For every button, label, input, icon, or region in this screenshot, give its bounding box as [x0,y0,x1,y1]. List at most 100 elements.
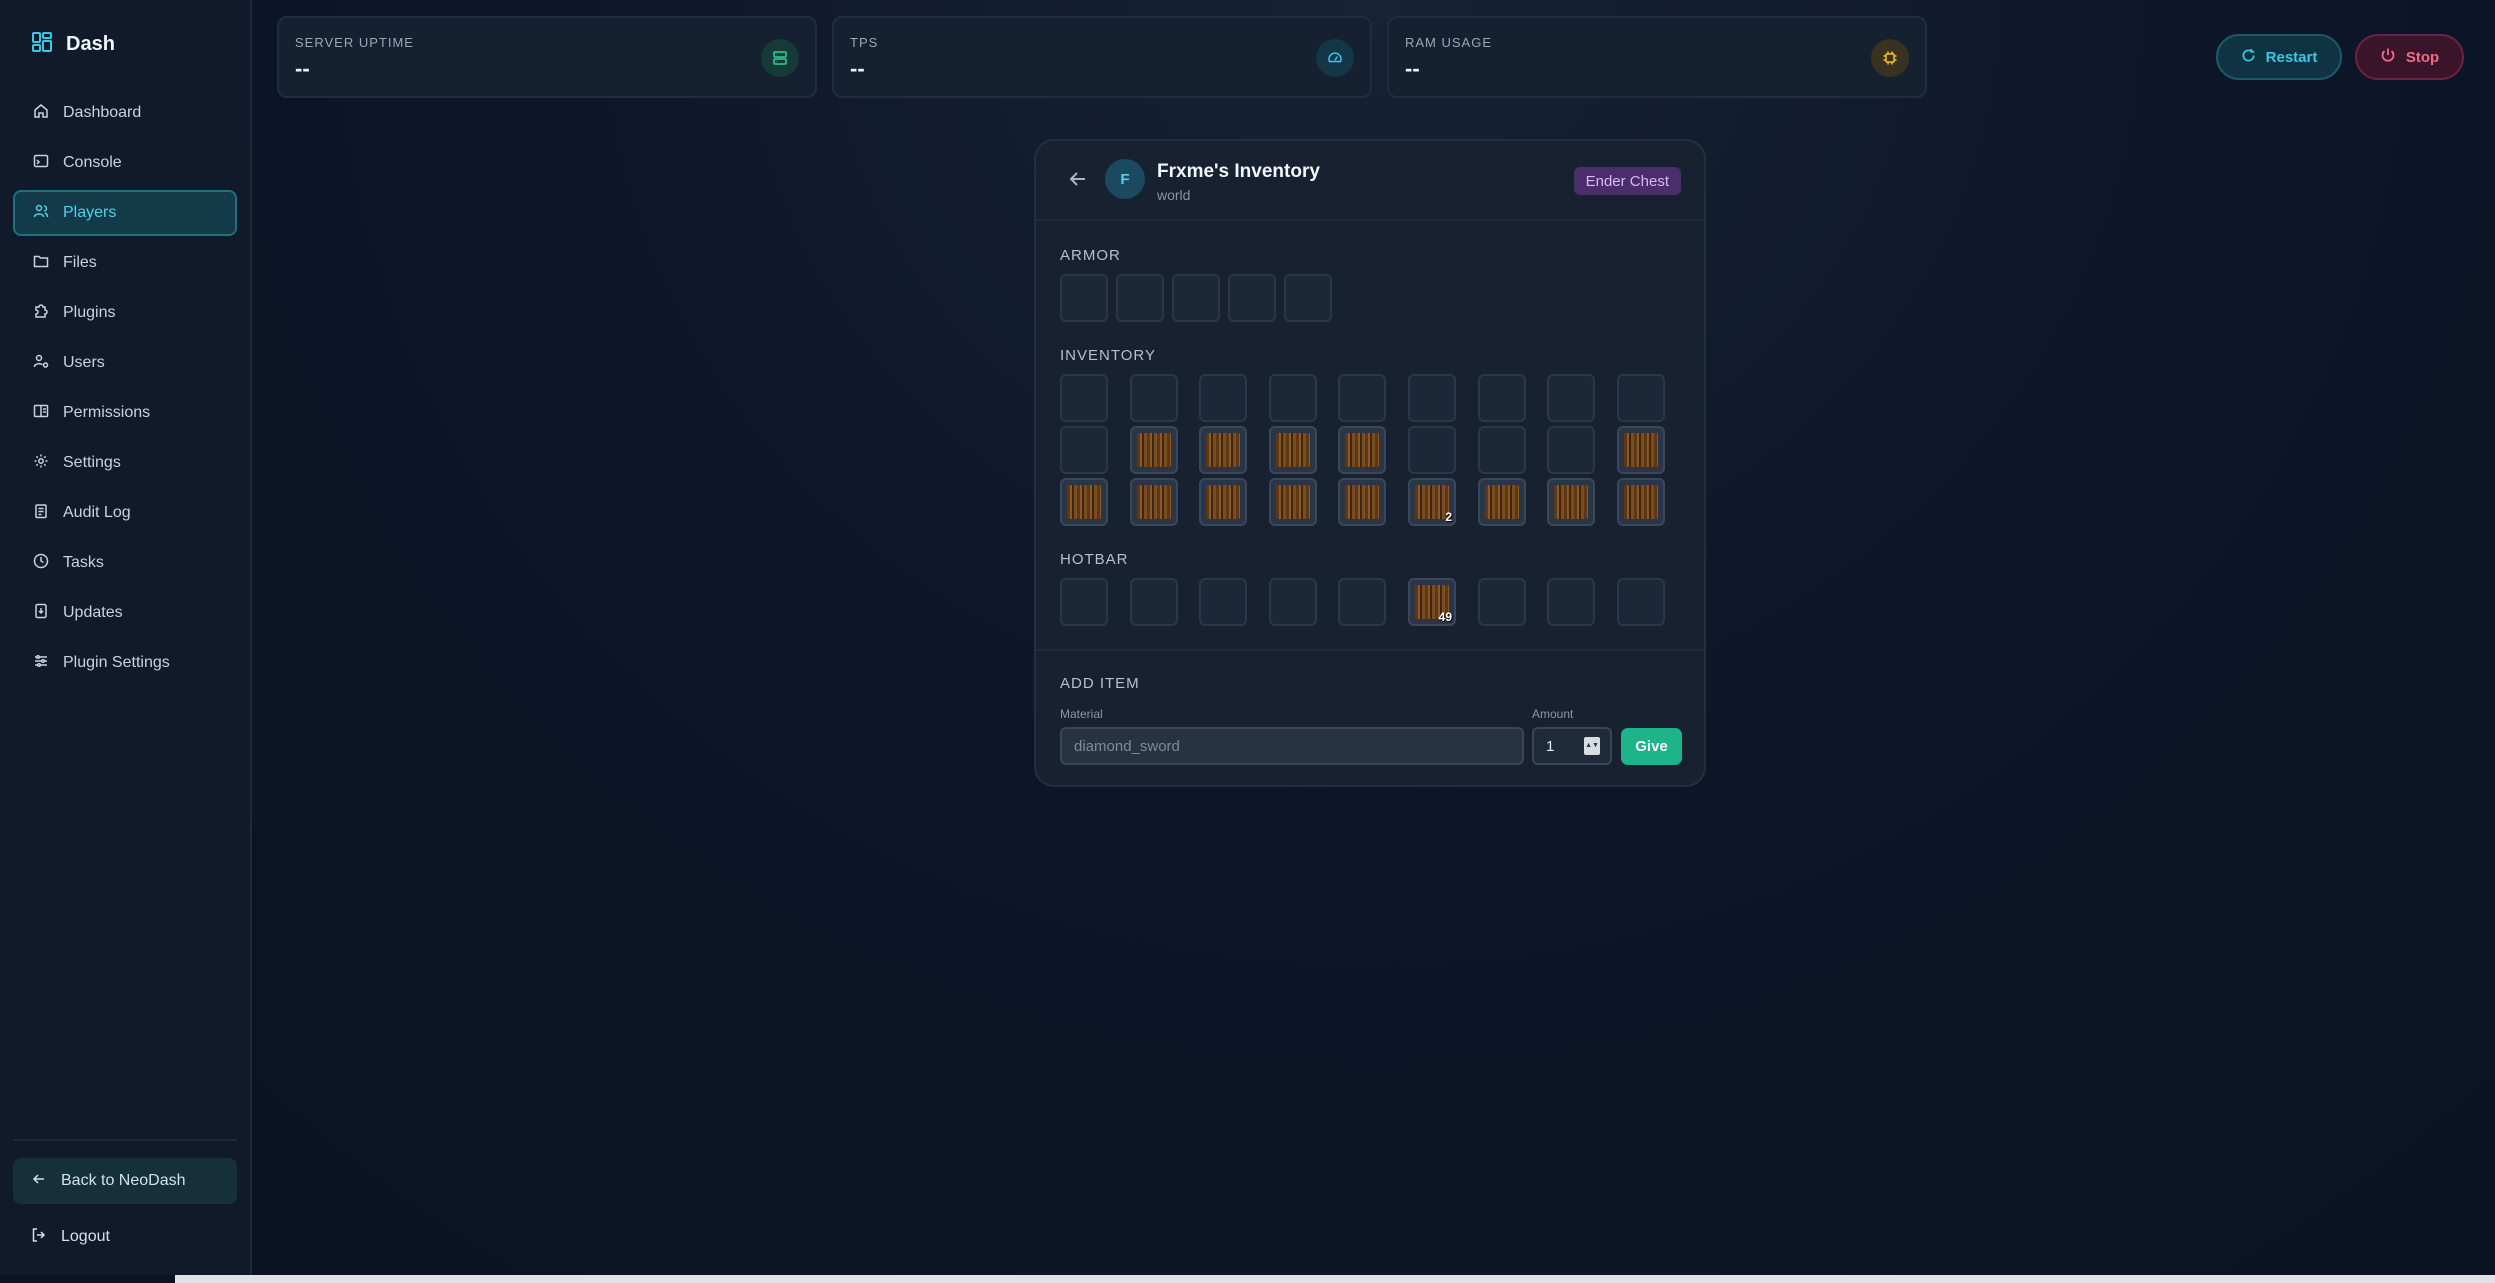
restart-button[interactable]: Restart [2216,34,2342,80]
inventory-slot[interactable] [1199,374,1248,422]
stat-value: -- [295,56,310,81]
inventory-slot[interactable] [1477,426,1526,474]
stat-value: -- [850,56,865,81]
amount-label: Amount [1532,707,1574,721]
amount-value: 1 [1546,737,1555,755]
inventory-slot[interactable] [1060,578,1108,626]
chip-icon [1871,39,1909,77]
wood-log-icon [1275,433,1310,467]
sidebar-item-permissions[interactable]: Permissions [13,390,237,436]
sidebar-item-files[interactable]: Files [13,240,237,286]
inventory-slot[interactable] [1477,478,1526,526]
spinner-icon[interactable]: ▲▼ [1584,737,1600,755]
inventory-slot[interactable] [1116,274,1164,322]
inventory-slot[interactable] [1060,374,1108,422]
arrow-left-icon [31,1171,47,1192]
hotbar-label: HOTBAR [1060,551,1129,568]
sidebar-item-label: Plugin Settings [63,654,170,671]
material-input[interactable] [1060,727,1524,765]
stat-value: -- [1405,56,1420,81]
sidebar-item-plugins[interactable]: Plugins [13,290,237,336]
wood-log-icon [1275,485,1310,519]
inventory-slot[interactable] [1547,578,1596,626]
inventory-slot[interactable] [1338,374,1387,422]
inventory-slot[interactable] [1284,274,1332,322]
inventory-slot[interactable] [1616,426,1665,474]
terminal-icon [33,153,49,174]
inventory-slot[interactable] [1268,374,1317,422]
dashboard-grid-icon [32,32,52,57]
inventory-world: world [1157,187,1191,203]
inventory-slot[interactable] [1172,274,1220,322]
give-button[interactable]: Give [1621,728,1682,765]
inventory-slot[interactable] [1268,426,1317,474]
inventory-slot[interactable] [1547,426,1596,474]
sidebar-item-settings[interactable]: Settings [13,440,237,486]
wood-log-icon [1345,485,1380,519]
inventory-slot[interactable] [1338,578,1387,626]
inventory-slot[interactable] [1268,478,1317,526]
wood-log-icon [1206,485,1241,519]
sidebar-item-label: Settings [63,454,121,471]
wood-log-icon [1623,485,1658,519]
sidebar-item-plugin-settings[interactable]: Plugin Settings [13,640,237,686]
restart-label: Restart [2265,48,2318,66]
refresh-icon [2241,48,2256,67]
stat-label: RAM USAGE [1405,35,1493,50]
inventory-slot[interactable] [1338,426,1387,474]
inventory-slot[interactable] [1060,478,1108,526]
clock-icon [33,553,49,574]
inventory-slot[interactable] [1408,426,1456,474]
back-arrow-icon[interactable] [1066,167,1090,191]
logout-button[interactable]: Logout [13,1214,237,1260]
inventory-slot[interactable] [1616,578,1665,626]
sidebar-item-users[interactable]: Users [13,340,237,386]
ender-chest-button[interactable]: Ender Chest [1573,167,1681,195]
inventory-slot[interactable] [1477,374,1526,422]
stop-button[interactable]: Stop [2355,34,2464,80]
wood-log-icon [1136,433,1171,467]
brand[interactable]: Dash [32,32,115,57]
amount-stepper[interactable]: 1 ▲▼ [1532,727,1612,765]
sidebar: Dash Dashboard Console Players Files Plu… [0,0,252,1275]
power-icon [2380,47,2396,67]
inventory-slot[interactable] [1477,578,1526,626]
stat-card-server-uptime: SERVER UPTIME -- [277,16,817,98]
inventory-slot[interactable] [1616,478,1665,526]
back-to-neodash-button[interactable]: Back to NeoDash [13,1158,237,1204]
inventory-slot[interactable] [1616,374,1665,422]
inventory-slot[interactable] [1408,374,1456,422]
logout-icon [31,1227,47,1248]
wood-log-icon [1484,485,1519,519]
inventory-slot[interactable] [1547,374,1596,422]
home-icon [33,103,49,124]
sidebar-item-dashboard[interactable]: Dashboard [13,90,237,136]
inventory-slot[interactable] [1547,478,1596,526]
inventory-slot[interactable] [1129,478,1178,526]
inventory-slot[interactable] [1129,426,1178,474]
sidebar-item-updates[interactable]: Updates [13,590,237,636]
inventory-slot[interactable] [1228,274,1276,322]
inventory-slot[interactable]: 49 [1408,578,1456,626]
sidebar-item-audit-log[interactable]: Audit Log [13,490,237,536]
inventory-slot[interactable] [1129,374,1178,422]
sidebar-item-players[interactable]: Players [13,190,237,236]
sidebar-item-console[interactable]: Console [13,140,237,186]
inventory-slot[interactable] [1199,478,1248,526]
inventory-slot[interactable] [1199,426,1248,474]
inventory-slot[interactable] [1060,426,1108,474]
wood-log-icon [1345,433,1380,467]
sidebar-item-label: Users [63,354,105,371]
clipboard-icon [33,503,49,524]
puzzle-icon [33,303,49,324]
sidebar-item-label: Players [63,204,117,221]
inventory-slot[interactable]: 2 [1408,478,1456,526]
inventory-slot[interactable] [1060,274,1108,322]
inventory-slot[interactable] [1199,578,1248,626]
inventory-slot[interactable] [1129,578,1178,626]
inventory-slot[interactable] [1268,578,1317,626]
inventory-slot[interactable] [1338,478,1387,526]
sidebar-item-tasks[interactable]: Tasks [13,540,237,586]
server-icon [761,39,799,77]
back-label: Back to NeoDash [61,1172,186,1189]
